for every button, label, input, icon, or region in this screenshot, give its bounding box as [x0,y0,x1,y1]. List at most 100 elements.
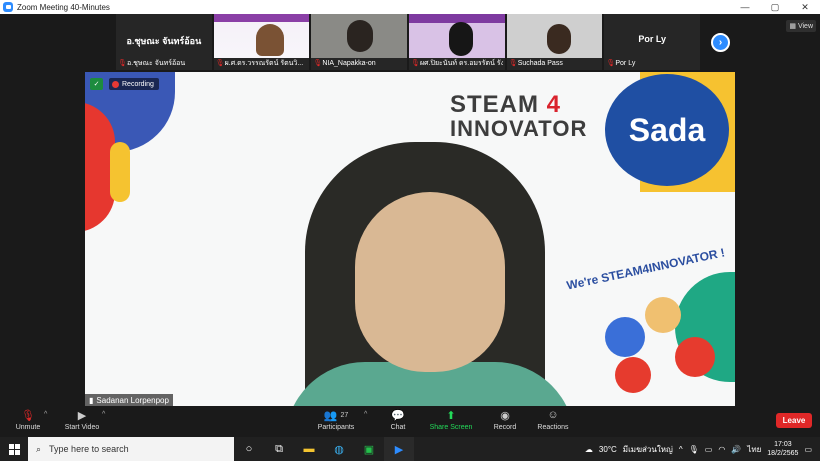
recording-label: Recording [122,80,154,88]
participant-name: NIA_Napakka-on [322,60,376,67]
taskbar-search[interactable]: ⌕ Type here to search [28,437,234,461]
participant-name: ผศ.ปิยะนันท์ ดร.อมรรัตน์ รัง... [420,60,503,67]
signal-bars-icon: ▮ [89,395,94,405]
participant-tile[interactable]: 🎙 ผ.ศ.ดร.วรรณรัตน์ รัตนวิ... [213,14,310,70]
participants-icon: 👥 [323,409,338,422]
volume-icon[interactable]: 🔊 [731,445,741,454]
notifications-icon[interactable]: ▭ [804,445,812,454]
line-app-icon[interactable]: ▣ [354,437,384,461]
windows-logo-icon [8,443,20,455]
share-screen-icon: ⬆ [446,409,456,422]
start-button[interactable] [0,437,28,461]
participant-name: Por Ly [615,60,636,67]
reactions-icon: ☺ [547,409,559,421]
participant-count: 27 [340,411,349,419]
sada-logo: Sada [605,74,729,186]
wifi-icon[interactable]: ◠ [718,445,725,454]
participants-label: Participants [317,424,355,431]
weather-desc[interactable]: มีเมฆส่วนใหญ่ [623,443,673,456]
meeting-toolbar: 🎙 Unmute ^ ▶︎ Start Video ^ 👥 27 Particip… [0,406,820,437]
record-label: Record [493,424,517,431]
participant-tile[interactable]: 🎙 Suchada Pass [506,14,603,70]
muted-mic-icon: 🎙 [313,59,323,67]
participant-tile[interactable]: อ.ชุษณะ จันทร์อ้อน 🎙 อ.ชุษณะ จันทร์อ้อน [116,14,212,70]
network-icon[interactable]: ▭ [705,445,713,454]
participant-display-name: อ.ชุษณะ จันทร์อ้อน [126,36,202,46]
muted-mic-icon: 🎙 [215,59,225,67]
muted-mic-icon: 🎙 [606,59,616,67]
view-button[interactable]: ▦ View [786,20,816,32]
start-video-button[interactable]: ▶︎ Start Video [62,407,102,436]
logo-number: 4 [546,91,562,118]
chat-button[interactable]: 💬 Chat [386,407,410,436]
steam4innovator-logo: STEAM 4 INNOVATOR [450,92,590,140]
record-icon: ◉ [500,409,510,422]
participant-video [409,14,505,58]
meeting-stage: อ.ชุษณะ จันทร์อ้อน 🎙 อ.ชุษณะ จันทร์อ้อน 🎙… [0,14,820,406]
muted-mic-icon: 🎙 [21,409,35,422]
share-screen-button[interactable]: ⬆ Share Screen [428,407,474,436]
share-screen-label: Share Screen [429,424,473,431]
recording-indicator: Recording [109,78,159,90]
participant-tile[interactable]: Por Ly 🎙 Por Ly [604,14,701,70]
video-options-caret-icon[interactable]: ^ [102,411,105,418]
minimize-button[interactable]: — [730,0,760,14]
tray-expand-icon[interactable]: ^ [679,445,683,454]
participant-video [311,14,408,58]
reactions-label: Reactions [537,424,569,431]
weather-icon[interactable]: ☁ [585,445,593,454]
zoom-app-icon [3,2,13,12]
chevron-right-icon: › [718,37,723,48]
close-button[interactable]: ✕ [790,0,820,14]
unmute-label: Unmute [15,424,41,431]
muted-mic-icon: 🎙 [411,59,420,67]
participant-tile[interactable]: 🎙 ผศ.ปิยะนันท์ ดร.อมรรัตน์ รัง... [409,14,505,70]
kids-illustration [585,277,735,406]
logo-line2: INNOVATOR [450,116,588,141]
record-button[interactable]: ◉ Record [492,407,518,436]
recording-dot-icon [112,80,119,88]
zoom-taskbar-icon[interactable]: ▶ [384,437,414,461]
file-explorer-icon[interactable]: ▬ [294,437,324,461]
participant-name: อ.ชุษณะ จันทร์อ้อน [127,60,186,67]
participants-button[interactable]: 👥 27 Participants [314,407,358,436]
reactions-button[interactable]: ☺ Reactions [536,407,570,436]
security-shield-icon[interactable]: ✓ [90,78,103,90]
gallery-strip: อ.ชุษณะ จันทร์อ้อน 🎙 อ.ชุษณะ จันทร์อ้อน 🎙… [116,14,701,70]
view-label: View [797,22,813,30]
microphone-icon[interactable]: 🎙 [689,445,699,454]
grid-icon: ▦ [789,23,796,30]
start-video-label: Start Video [64,424,100,431]
participant-name: Suchada Pass [517,60,563,67]
video-off-icon: ▶︎ [77,409,87,422]
bg-shape [110,142,130,202]
muted-mic-icon: 🎙 [118,59,127,67]
maximize-button[interactable]: ▢ [760,0,790,14]
edge-icon[interactable]: ◍ [324,437,354,461]
windows-taskbar: ⌕ Type here to search ○ ⧉ ▬ ◍ ▣ ▶ ☁ 30°C… [0,437,820,461]
task-view-icon[interactable]: ⧉ [264,437,294,461]
cortana-icon[interactable]: ○ [234,437,264,461]
window-title: Zoom Meeting 40-Minutes [17,2,110,12]
participant-display-name: Por Ly [638,34,667,44]
participant-tile[interactable]: 🎙 NIA_Napakka-on [311,14,408,70]
system-tray: ☁ 30°C มีเมฆส่วนใหญ่ ^ 🎙 ▭ ◠ 🔊 ไทย 17:03… [585,437,820,461]
speaker-face [355,192,505,372]
window-titlebar: Zoom Meeting 40-Minutes — ▢ ✕ [0,0,820,14]
muted-mic-icon: 🎙 [508,59,518,67]
participant-name: ผ.ศ.ดร.วรรณรัตน์ รัตนวิ... [224,60,304,67]
search-placeholder: Type here to search [49,444,129,454]
chat-label: Chat [390,424,406,431]
clock[interactable]: 17:03 18/2/2565 [767,440,798,458]
active-speaker-video: Sada STEAM 4 INNOVATOR We're STEAM4INNOV… [85,72,735,406]
weather-temp[interactable]: 30°C [599,445,617,454]
unmute-button[interactable]: 🎙 Unmute [12,407,44,436]
chat-icon: 💬 [391,409,405,422]
language-indicator[interactable]: ไทย [747,443,761,456]
next-page-button[interactable]: › [711,33,730,52]
leave-button[interactable]: Leave [776,413,812,428]
participants-caret-icon[interactable]: ^ [364,411,367,418]
audio-options-caret-icon[interactable]: ^ [44,411,47,418]
participant-video [213,14,310,58]
clock-time: 17:03 [774,441,792,448]
